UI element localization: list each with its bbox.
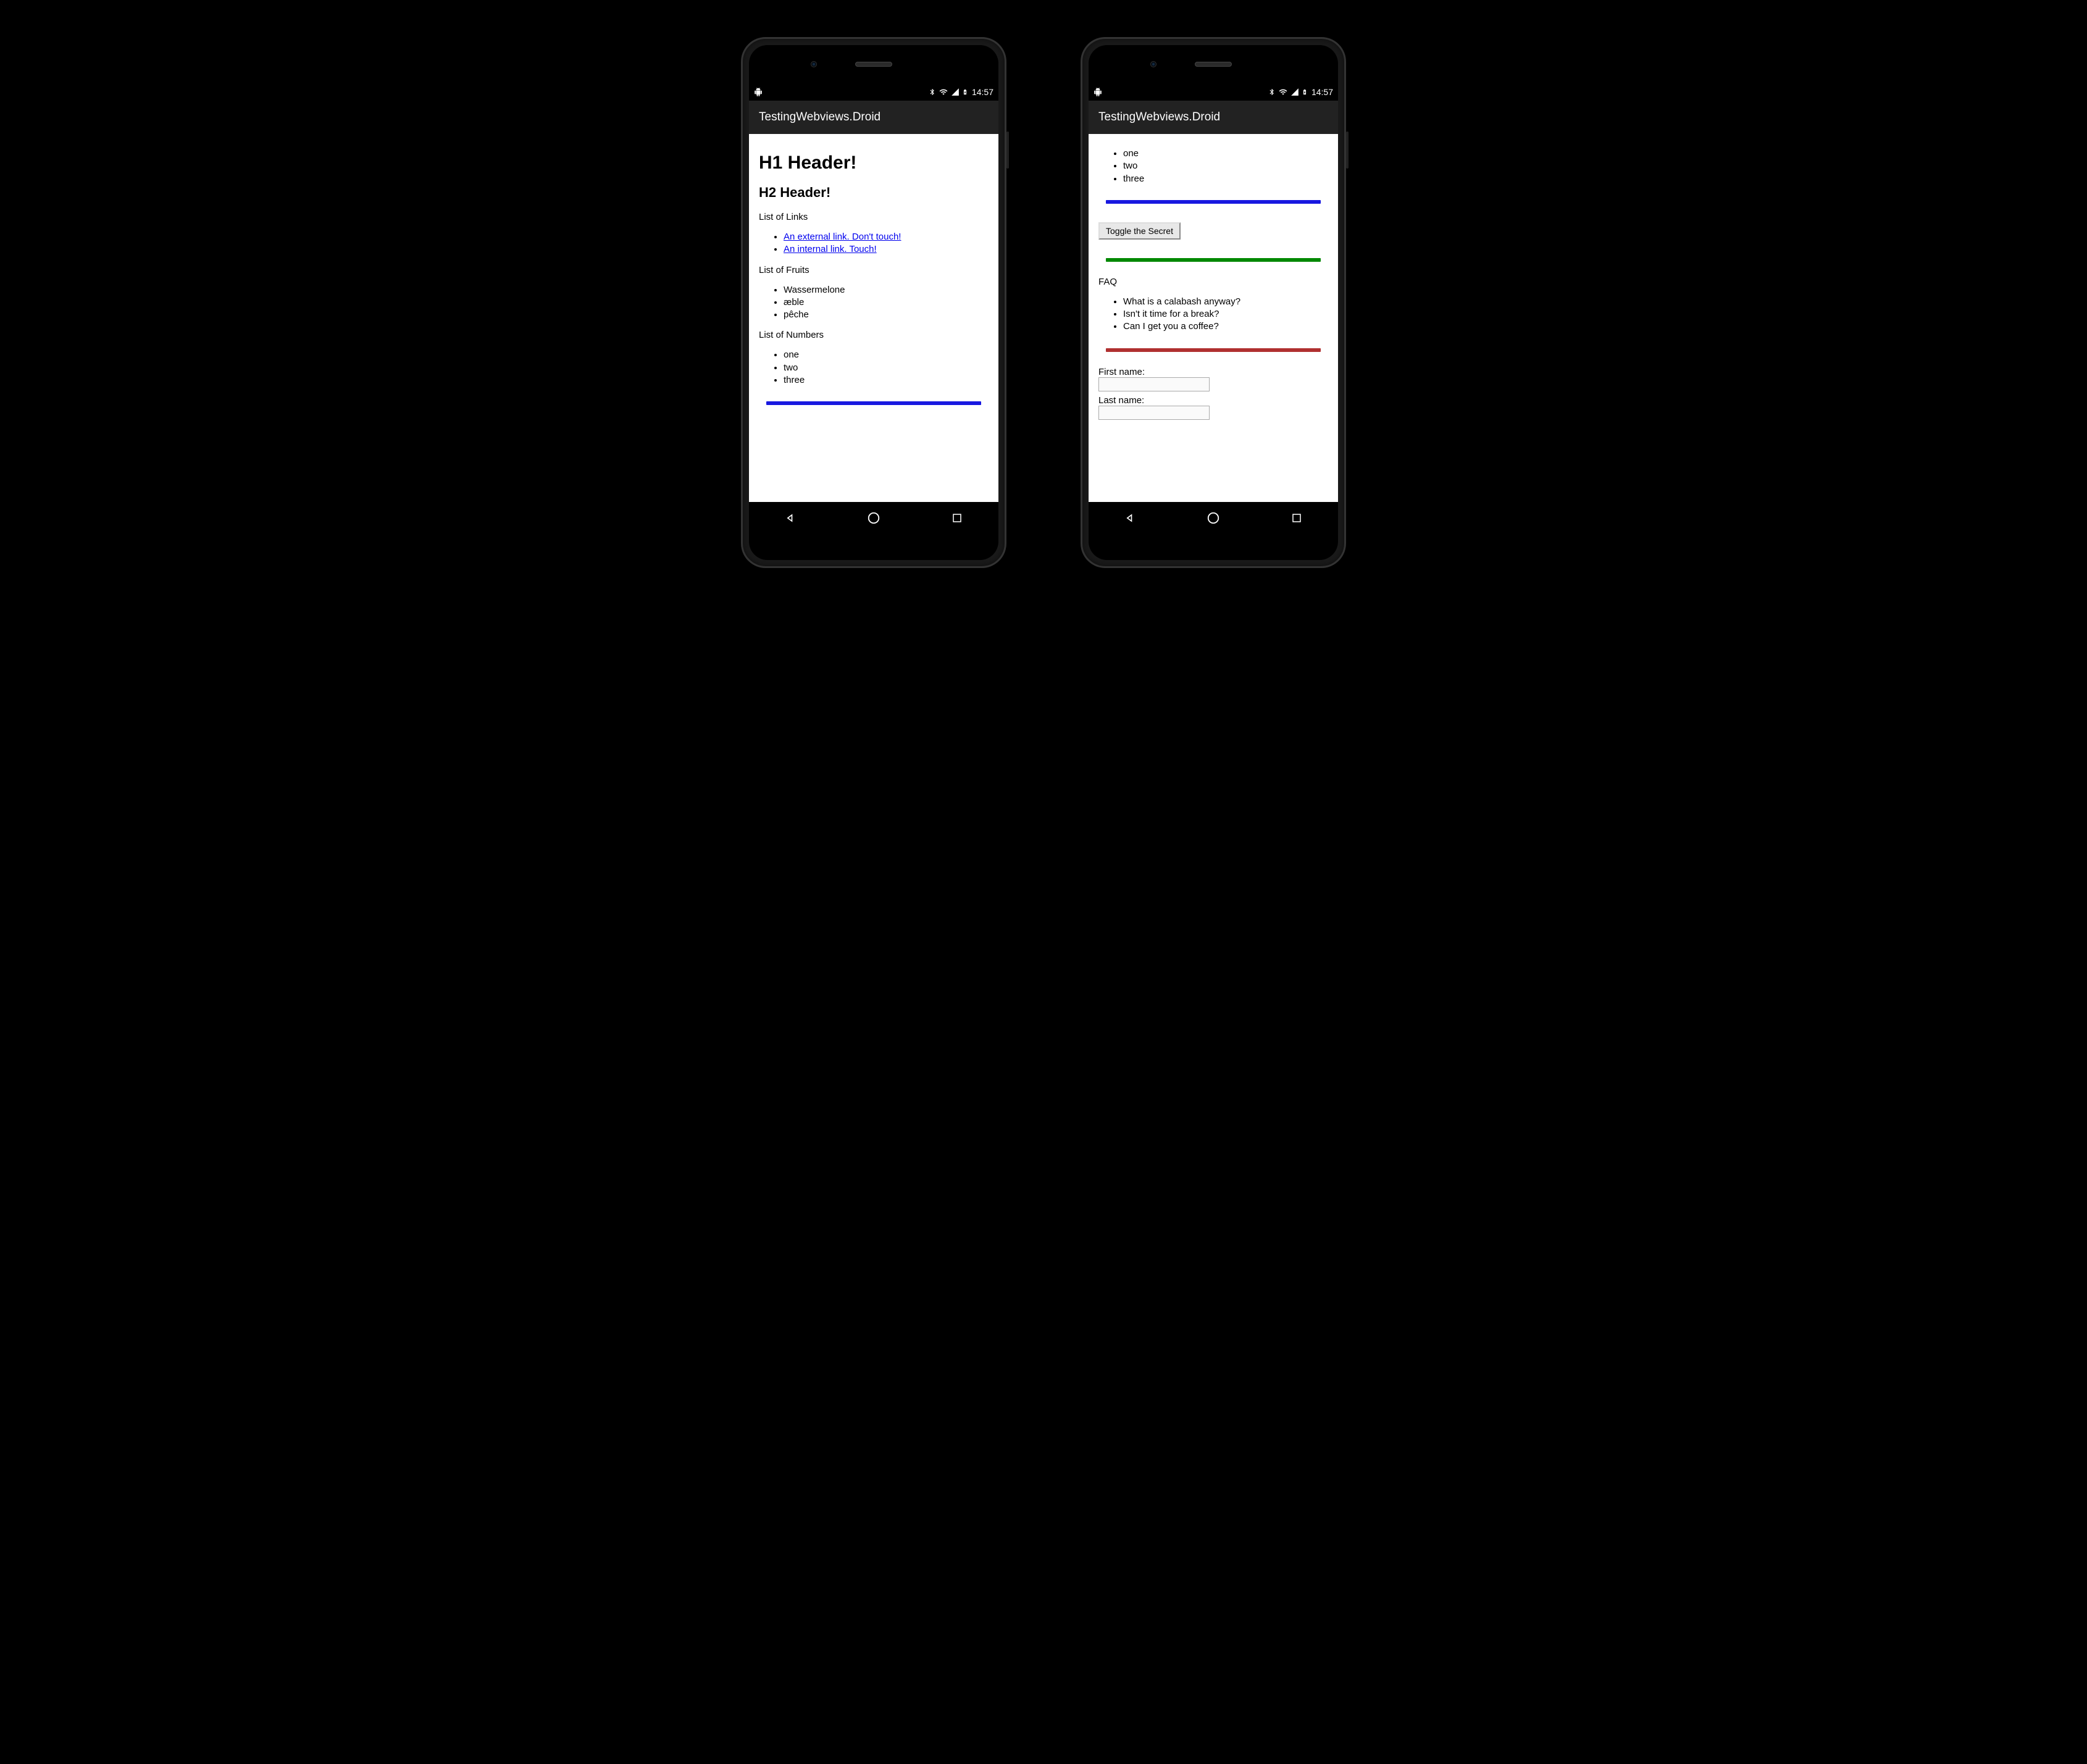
numbers-heading: List of Numbers xyxy=(759,330,989,340)
first-name-input[interactable] xyxy=(1098,377,1210,391)
fruits-list: Wassermelone æble pêche xyxy=(759,284,989,322)
divider-blue xyxy=(766,401,981,405)
list-item: three xyxy=(784,374,989,387)
list-item: two xyxy=(1123,160,1328,172)
webview-content[interactable]: H1 Header! H2 Header! List of Links An e… xyxy=(749,134,998,502)
list-item: What is a calabash anyway? xyxy=(1123,296,1328,308)
divider-blue xyxy=(1106,200,1321,204)
divider-green xyxy=(1106,258,1321,262)
list-item: Isn't it time for a break? xyxy=(1123,308,1328,320)
status-bar: 14:57 xyxy=(749,83,998,101)
wifi-icon xyxy=(1278,88,1288,96)
list-item: three xyxy=(1123,173,1328,185)
toggle-secret-button[interactable]: Toggle the Secret xyxy=(1098,222,1181,240)
numbers-list: one two three xyxy=(1098,148,1328,185)
app-title: TestingWebviews.Droid xyxy=(759,111,880,124)
home-button[interactable] xyxy=(1195,506,1232,530)
home-button[interactable] xyxy=(855,506,892,530)
list-item: pêche xyxy=(784,309,989,321)
faq-list: What is a calabash anyway? Isn't it time… xyxy=(1098,296,1328,333)
list-item: one xyxy=(1123,148,1328,160)
recent-apps-button[interactable] xyxy=(939,506,976,530)
recent-apps-button[interactable] xyxy=(1278,506,1315,530)
list-item: An internal link. Touch! xyxy=(784,243,989,256)
app-bar: TestingWebviews.Droid xyxy=(1089,101,1338,134)
fruits-heading: List of Fruits xyxy=(759,265,989,275)
camera-icon xyxy=(1150,61,1156,67)
back-button[interactable] xyxy=(772,506,809,530)
status-time: 14:57 xyxy=(1311,87,1333,97)
android-debug-icon xyxy=(754,88,763,96)
phone-right: 14:57 TestingWebviews.Droid one two thre… xyxy=(1081,37,1346,568)
numbers-list: one two three xyxy=(759,349,989,387)
wifi-icon xyxy=(939,88,948,96)
phone-bezel-top xyxy=(1089,45,1338,83)
android-debug-icon xyxy=(1094,88,1102,96)
faq-heading: FAQ xyxy=(1098,277,1328,287)
internal-link[interactable]: An internal link. Touch! xyxy=(784,244,877,254)
last-name-label: Last name: xyxy=(1098,395,1328,406)
signal-icon xyxy=(951,88,960,96)
phone-bezel-top xyxy=(749,45,998,83)
phone-bezel-bottom xyxy=(749,534,998,560)
webview-content[interactable]: one two three Toggle the Secret FAQ What… xyxy=(1089,134,1338,502)
list-item: An external link. Don't touch! xyxy=(784,231,989,243)
camera-icon xyxy=(811,61,817,67)
list-item: æble xyxy=(784,296,989,309)
phone-bezel-bottom xyxy=(1089,534,1338,560)
bluetooth-icon xyxy=(1268,88,1276,96)
list-item: Wassermelone xyxy=(784,284,989,296)
divider-red xyxy=(1106,348,1321,352)
links-list: An external link. Don't touch! An intern… xyxy=(759,231,989,256)
back-button[interactable] xyxy=(1111,506,1148,530)
first-name-label: First name: xyxy=(1098,367,1328,377)
signal-icon xyxy=(1290,88,1299,96)
list-item: Can I get you a coffee? xyxy=(1123,320,1328,333)
status-time: 14:57 xyxy=(972,87,993,97)
speaker-grille xyxy=(855,62,892,67)
app-bar: TestingWebviews.Droid xyxy=(749,101,998,134)
list-item: one xyxy=(784,349,989,361)
bluetooth-icon xyxy=(929,88,936,96)
status-bar: 14:57 xyxy=(1089,83,1338,101)
speaker-grille xyxy=(1195,62,1232,67)
battery-icon xyxy=(962,87,968,97)
external-link[interactable]: An external link. Don't touch! xyxy=(784,232,901,242)
links-heading: List of Links xyxy=(759,212,989,222)
last-name-input[interactable] xyxy=(1098,406,1210,420)
phone-left: 14:57 TestingWebviews.Droid H1 Header! H… xyxy=(741,37,1006,568)
h1-header: H1 Header! xyxy=(759,153,989,173)
nav-bar xyxy=(1089,502,1338,534)
battery-icon xyxy=(1302,87,1308,97)
h2-header: H2 Header! xyxy=(759,185,989,201)
app-title: TestingWebviews.Droid xyxy=(1098,111,1220,124)
nav-bar xyxy=(749,502,998,534)
list-item: two xyxy=(784,362,989,374)
